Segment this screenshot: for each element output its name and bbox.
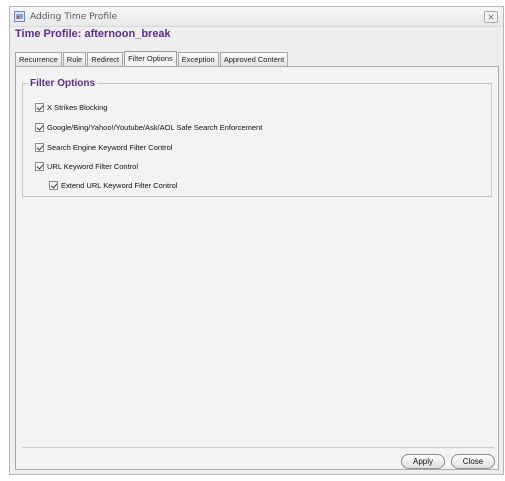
dialog-window: Adding Time Profile ⨯ Time Profile: afte… — [9, 6, 504, 475]
option-label: Extend URL Keyword Filter Control — [61, 181, 178, 190]
window-title: Adding Time Profile — [30, 12, 118, 22]
checkbox[interactable] — [49, 181, 58, 190]
checkbox[interactable] — [35, 123, 44, 132]
option-label: Search Engine Keyword Filter Control — [47, 143, 173, 152]
title-bar[interactable]: Adding Time Profile ⨯ — [10, 7, 503, 27]
apply-button[interactable]: Apply — [401, 454, 445, 469]
tab-exception[interactable]: Exception — [177, 52, 219, 66]
checkbox[interactable] — [35, 162, 44, 171]
tab-approved-content[interactable]: Approved Content — [219, 52, 289, 66]
tab-filter-options[interactable]: Filter Options — [124, 51, 177, 67]
filter-options-panel: Filter Options X Strikes Blocking Google… — [15, 66, 499, 470]
filter-options-title: Filter Options — [28, 78, 97, 89]
tab-rule[interactable]: Rule — [62, 52, 87, 66]
option-extend-url-keyword[interactable]: Extend URL Keyword Filter Control — [49, 180, 177, 191]
option-x-strikes[interactable]: X Strikes Blocking — [35, 102, 107, 113]
profile-title: Time Profile: afternoon_break — [15, 28, 171, 40]
option-label: X Strikes Blocking — [47, 103, 108, 112]
tab-redirect[interactable]: Redirect — [87, 52, 124, 66]
option-safe-search[interactable]: Google/Bing/Yahoo!/Youtube/Ask/AOL Safe … — [35, 122, 262, 133]
footer-divider — [22, 447, 494, 448]
app-icon — [14, 11, 25, 22]
option-search-engine-keyword[interactable]: Search Engine Keyword Filter Control — [35, 142, 172, 153]
tab-recurrence[interactable]: Recurrence — [15, 52, 62, 66]
checkbox[interactable] — [35, 143, 44, 152]
close-button[interactable]: Close — [451, 454, 495, 469]
close-icon[interactable]: ⨯ — [484, 11, 498, 23]
option-label: URL Keyword Filter Control — [47, 162, 138, 171]
tab-bar: Recurrence Rule Redirect Filter Options … — [15, 51, 289, 67]
checkbox[interactable] — [35, 103, 44, 112]
option-label: Google/Bing/Yahoo!/Youtube/Ask/AOL Safe … — [47, 123, 263, 132]
option-url-keyword[interactable]: URL Keyword Filter Control — [35, 161, 138, 172]
